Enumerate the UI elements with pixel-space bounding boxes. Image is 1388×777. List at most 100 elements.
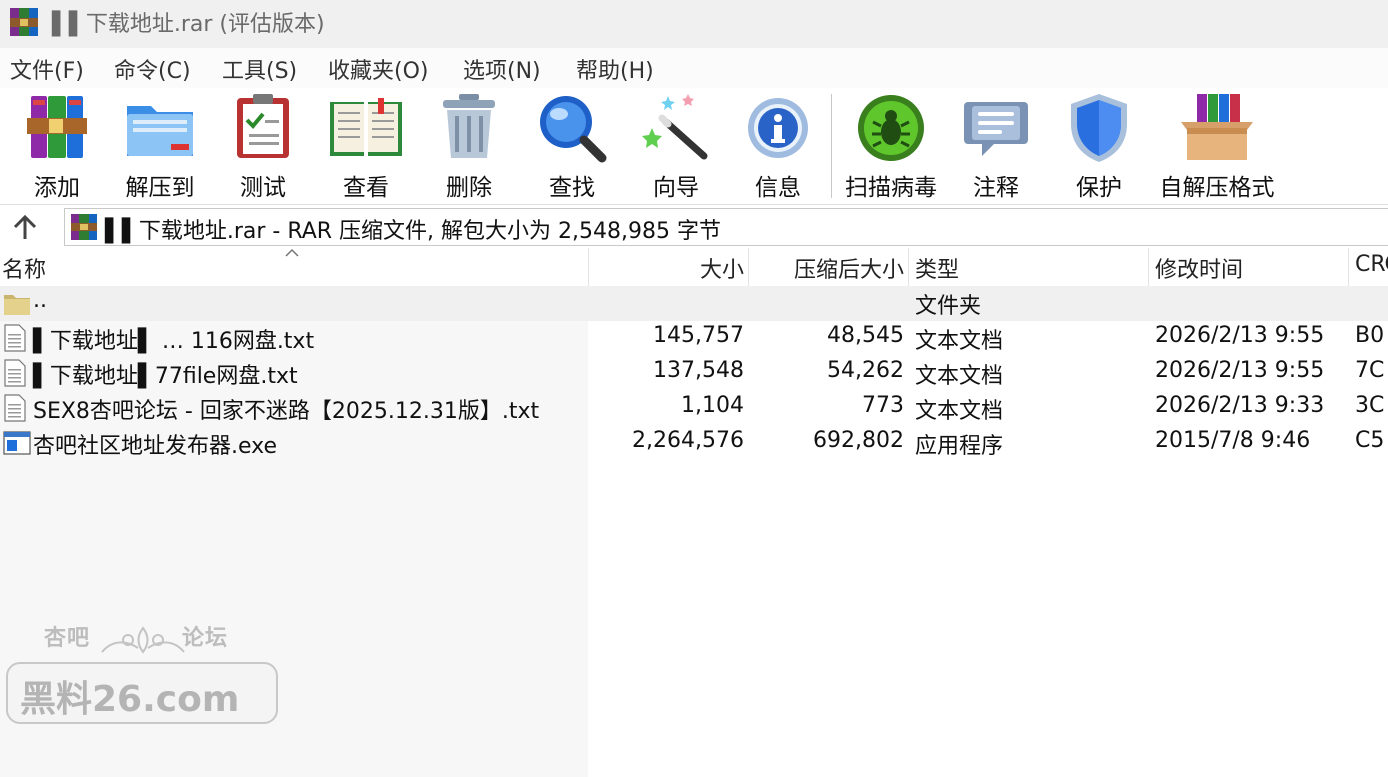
window-title: ▌▌下载地址.rar (评估版本) — [52, 12, 325, 37]
view-label: 查看 — [343, 175, 389, 201]
table-row[interactable]: 杏吧社区地址发布器.exe 2,264,576 692,802 应用程序 201… — [0, 426, 1388, 461]
protect-button[interactable]: 保护 — [1062, 92, 1136, 202]
column-divider[interactable] — [1348, 248, 1349, 286]
menu-commands[interactable]: 命令(C) — [114, 53, 191, 85]
file-size: 2,264,576 — [632, 428, 744, 453]
table-row[interactable]: SEX8杏吧论坛 - 回家不迷路【2025.12.31版】.txt 1,104 … — [0, 391, 1388, 426]
comment-bubble-icon — [964, 102, 1028, 156]
menu-help[interactable]: 帮助(H) — [576, 53, 654, 85]
sfx-label: 自解压格式 — [1159, 175, 1275, 201]
info-icon — [748, 98, 808, 158]
column-name[interactable]: 名称 — [2, 252, 46, 284]
file-type: 文本文档 — [915, 399, 1004, 424]
menu-favorites[interactable]: 收藏夹(O) — [328, 53, 428, 85]
table-row[interactable]: ▌下载地址▌77file网盘.txt 137,548 54,262 文本文档 2… — [0, 356, 1388, 391]
menu-file[interactable]: 文件(F) — [10, 53, 84, 85]
winrar-app-icon[interactable] — [8, 6, 40, 38]
column-divider[interactable] — [1148, 248, 1149, 286]
comment-button[interactable]: 注释 — [958, 92, 1034, 202]
watermark-text: 黑料26.com — [20, 679, 240, 720]
exe-file-icon — [3, 431, 31, 455]
file-packed-size: 773 — [862, 393, 904, 418]
file-crc: 3C — [1355, 393, 1385, 418]
find-button[interactable]: 查找 — [530, 92, 614, 202]
text-file-icon — [4, 394, 26, 422]
column-size[interactable]: 大小 — [596, 252, 744, 284]
open-book-icon — [330, 98, 402, 156]
watermark-box: 黑料26.com — [6, 662, 278, 724]
add-button[interactable]: 添加 — [16, 92, 98, 202]
folder-icon — [4, 295, 30, 315]
scan-virus-label: 扫描病毒 — [845, 175, 937, 201]
address-bar: ▌▌下载地址.rar - RAR 压缩文件, 解包大小为 2,548,985 字… — [0, 204, 1388, 250]
ornament-icon — [101, 626, 185, 654]
scan-virus-button[interactable]: 扫描病毒 — [840, 92, 942, 202]
column-crc[interactable]: CRC32 — [1355, 252, 1388, 277]
file-size: 1,104 — [681, 393, 744, 418]
menu-bar: 文件(F) 命令(C) 工具(S) 收藏夹(O) 选项(N) 帮助(H) — [0, 48, 1388, 88]
self-extract-box-icon — [1181, 94, 1253, 160]
wizard-label: 向导 — [653, 175, 699, 201]
file-modified: 2026/2/13 9:55 — [1155, 358, 1325, 383]
delete-label: 删除 — [446, 175, 492, 201]
folder-extract-icon — [127, 106, 193, 156]
books-stack-icon — [27, 96, 87, 158]
add-label: 添加 — [34, 175, 80, 201]
column-divider[interactable] — [588, 248, 589, 286]
magnifier-icon — [540, 96, 607, 163]
column-packed-size[interactable]: 压缩后大小 — [756, 252, 904, 284]
test-button[interactable]: 测试 — [222, 92, 304, 202]
watermark-top-right: 论坛 — [182, 626, 229, 651]
comment-label: 注释 — [973, 175, 1019, 201]
test-label: 测试 — [240, 175, 286, 201]
toolbar: 添加 解压到 测试 查看 删除 查找 向导 信息 扫描病毒 注释 保护 自解压格… — [0, 88, 1388, 204]
watermark-top-left: 杏吧 — [44, 626, 91, 651]
address-text: ▌▌下载地址.rar - RAR 压缩文件, 解包大小为 2,548,985 字… — [105, 219, 721, 244]
file-type: 文本文档 — [915, 329, 1004, 354]
column-divider[interactable] — [748, 248, 749, 286]
file-name: ▌下载地址▌ … 116网盘.txt — [33, 329, 315, 354]
text-file-icon — [4, 359, 26, 387]
column-header: 名称 大小 压缩后大小 类型 修改时间 CRC32 — [0, 248, 1388, 286]
column-type[interactable]: 类型 — [915, 252, 959, 284]
parent-folder-row[interactable]: .. 文件夹 — [0, 286, 1388, 321]
info-button[interactable]: 信息 — [738, 92, 818, 202]
file-packed-size: 48,545 — [827, 323, 904, 348]
column-modified[interactable]: 修改时间 — [1155, 252, 1243, 284]
extract-to-button[interactable]: 解压到 — [118, 92, 202, 202]
sfx-button[interactable]: 自解压格式 — [1154, 92, 1280, 202]
file-name: 杏吧社区地址发布器.exe — [33, 434, 278, 459]
file-name: SEX8杏吧论坛 - 回家不迷路【2025.12.31版】.txt — [33, 399, 540, 424]
shield-icon — [1071, 94, 1127, 162]
file-modified: 2015/7/8 9:46 — [1155, 428, 1311, 453]
column-divider[interactable] — [908, 248, 909, 286]
file-crc: C5 — [1355, 428, 1385, 453]
menu-tools[interactable]: 工具(S) — [222, 53, 297, 85]
clipboard-check-icon — [237, 94, 289, 158]
find-label: 查找 — [549, 175, 595, 201]
menu-options[interactable]: 选项(N) — [463, 53, 541, 85]
file-size: 137,548 — [653, 358, 744, 383]
file-type: 应用程序 — [915, 434, 1004, 459]
parent-folder-name: .. — [33, 288, 47, 313]
up-arrow-icon[interactable] — [8, 211, 42, 243]
delete-button[interactable]: 删除 — [428, 92, 510, 202]
virus-bug-icon — [858, 95, 924, 161]
trash-can-icon — [443, 94, 495, 158]
view-button[interactable]: 查看 — [322, 92, 410, 202]
address-field[interactable]: ▌▌下载地址.rar - RAR 压缩文件, 解包大小为 2,548,985 字… — [64, 208, 1388, 246]
file-size: 145,757 — [653, 323, 744, 348]
file-modified: 2026/2/13 9:55 — [1155, 323, 1325, 348]
table-row[interactable]: ▌下载地址▌ … 116网盘.txt 145,757 48,545 文本文档 2… — [0, 321, 1388, 356]
file-modified: 2026/2/13 9:33 — [1155, 393, 1325, 418]
file-packed-size: 692,802 — [813, 428, 904, 453]
text-file-icon — [4, 324, 26, 352]
file-packed-size: 54,262 — [827, 358, 904, 383]
magic-wand-icon — [642, 94, 708, 160]
info-label: 信息 — [755, 175, 801, 201]
wizard-button[interactable]: 向导 — [636, 92, 716, 202]
watermark: 杏吧 论坛 黑料26.com — [6, 620, 278, 724]
parent-folder-type: 文件夹 — [915, 294, 982, 319]
archive-icon — [71, 214, 97, 240]
file-crc: 7C — [1355, 358, 1385, 383]
